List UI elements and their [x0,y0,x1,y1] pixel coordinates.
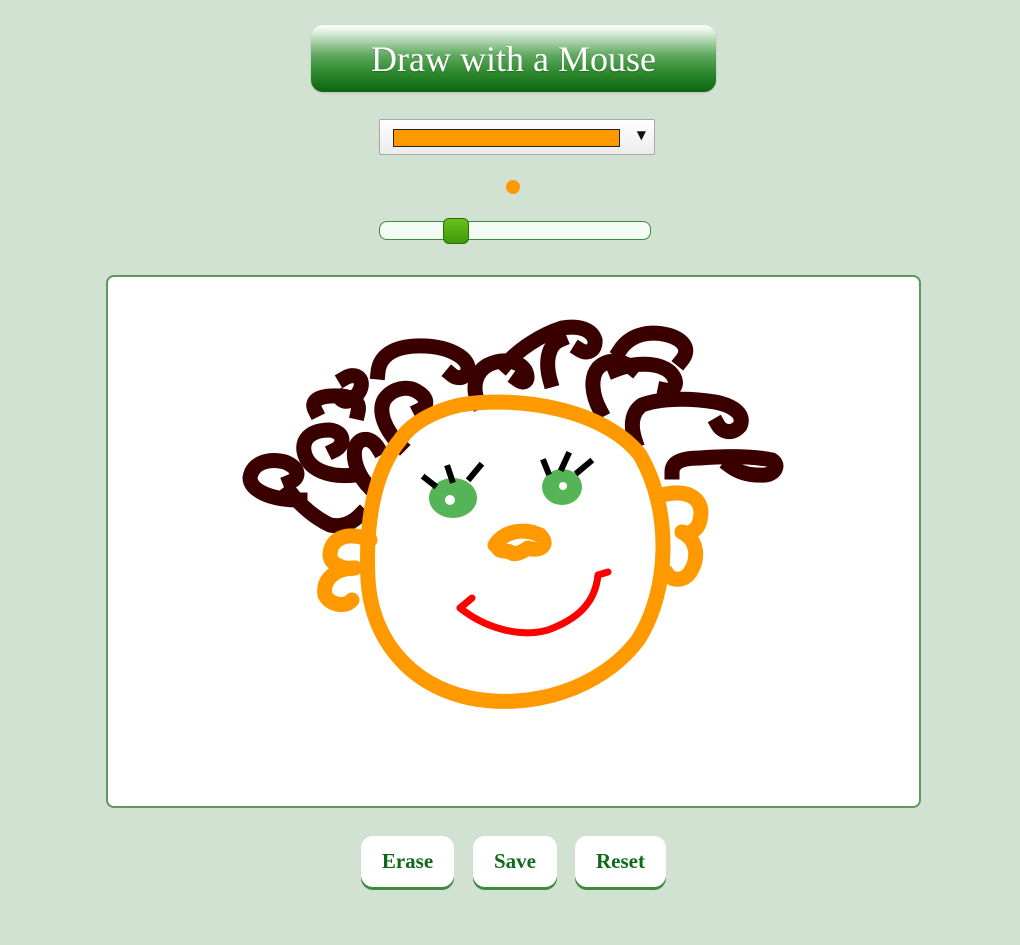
dropdown-arrow-icon: ▼ [636,128,646,142]
brush-preview-dot [506,180,520,194]
mouth-strokes [456,568,612,637]
brush-size-slider[interactable] [379,218,651,244]
reset-button[interactable]: Reset [575,836,666,887]
save-button[interactable]: Save [473,836,557,887]
drawing-app: Draw with a Mouse ▼ Erase Save Reset [0,0,1020,945]
drawing-canvas[interactable] [106,275,921,808]
title-banner: Draw with a Mouse [311,25,716,92]
erase-button[interactable]: Erase [361,836,454,887]
page-title: Draw with a Mouse [371,38,656,79]
selected-color-swatch [393,129,620,147]
drawing-strokes [242,319,784,709]
color-select[interactable]: ▼ [379,119,655,155]
slider-thumb[interactable] [443,218,469,244]
